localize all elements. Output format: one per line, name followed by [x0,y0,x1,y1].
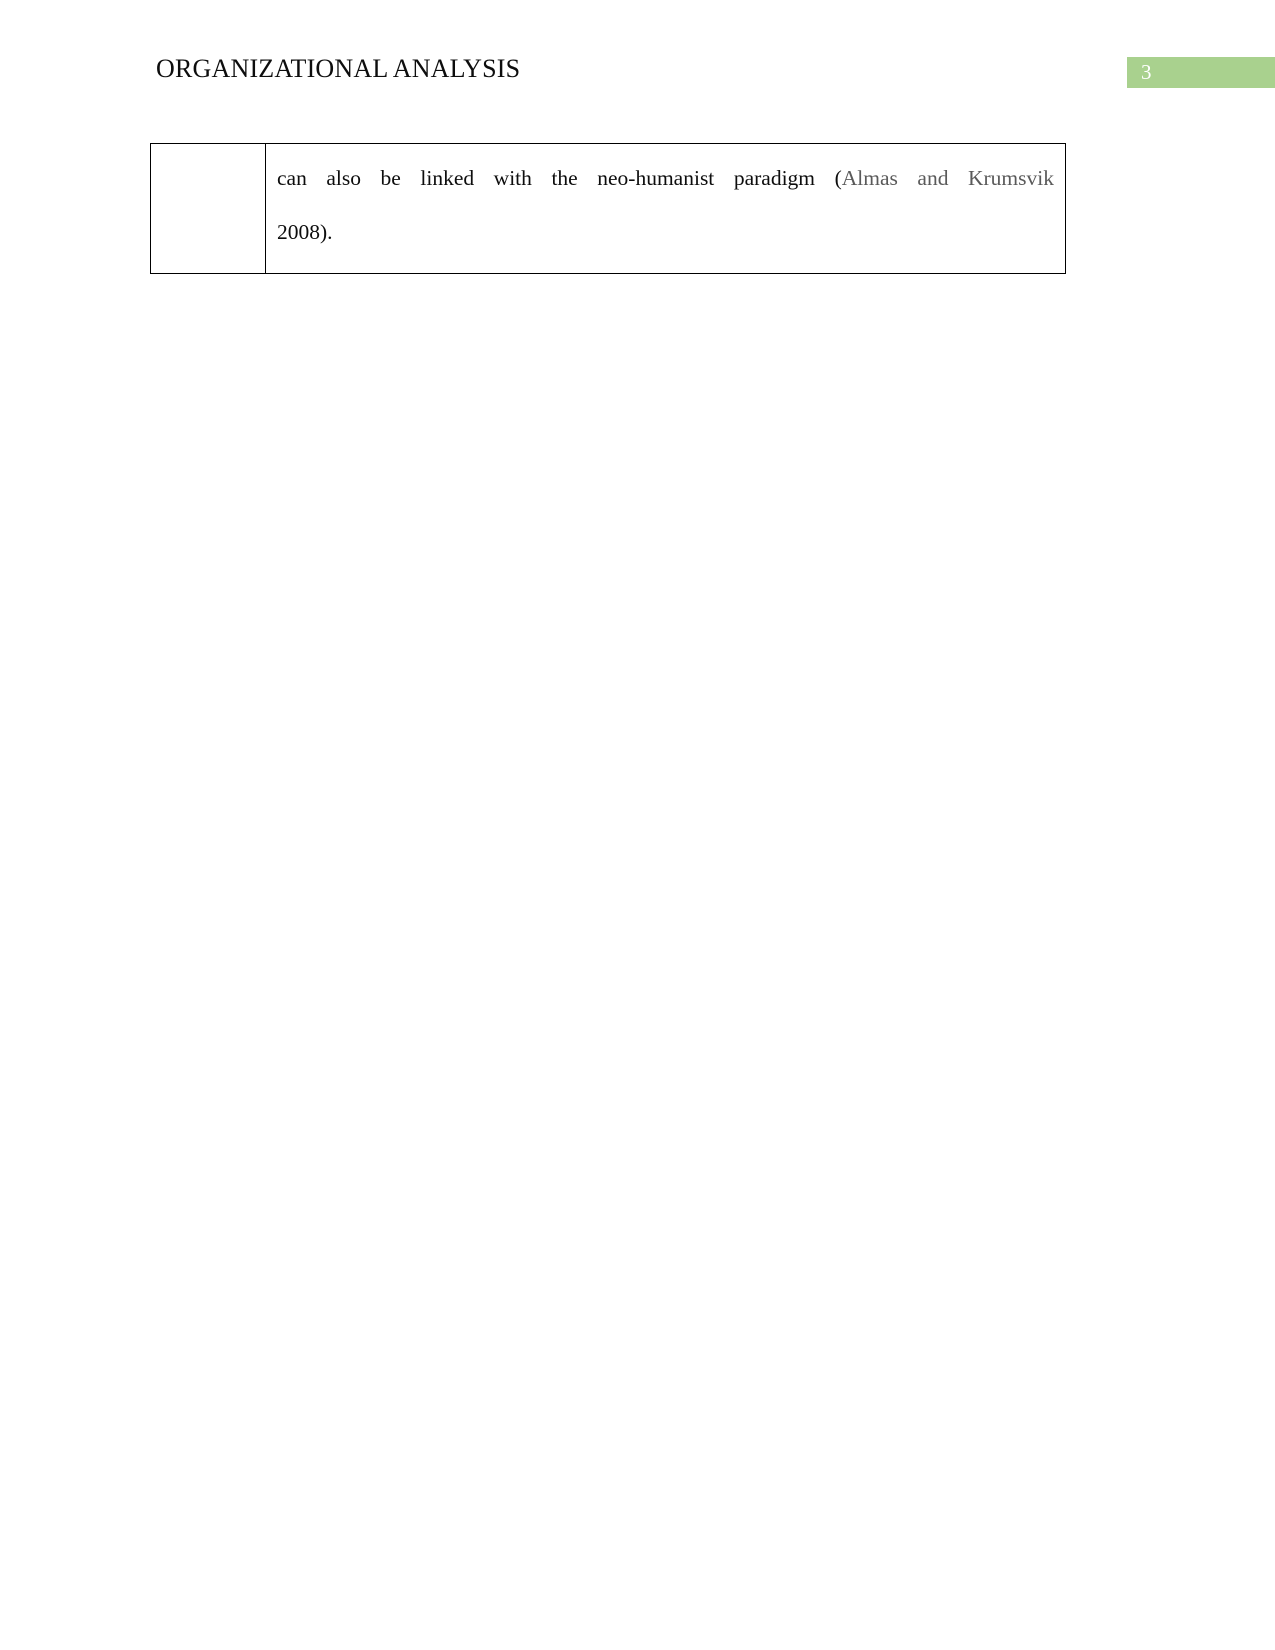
table-row: can also be linked with the neo-humanist… [150,143,1066,274]
page-number-badge: 3 [1127,57,1275,88]
page-header: ORGANIZATIONAL ANALYSIS 3 [0,52,1275,94]
page-number: 3 [1141,60,1152,84]
paragraph-line-2: 2008). [277,220,333,244]
body-paragraph: can also be linked with the neo-humanist… [277,151,1054,259]
paragraph-line-1: can also be linked with the neo-humanist… [277,151,1054,205]
paragraph-text-main: can also be linked with the neo-humanist… [277,166,842,190]
content-table: can also be linked with the neo-humanist… [150,143,1066,274]
page-title: ORGANIZATIONAL ANALYSIS [156,54,521,83]
table-cell-label [150,143,266,274]
table-cell-body: can also be linked with the neo-humanist… [265,143,1066,274]
document-page: ORGANIZATIONAL ANALYSIS 3 can also be li… [0,0,1275,1650]
citation-reference: Almas and Krumsvik [841,166,1054,190]
